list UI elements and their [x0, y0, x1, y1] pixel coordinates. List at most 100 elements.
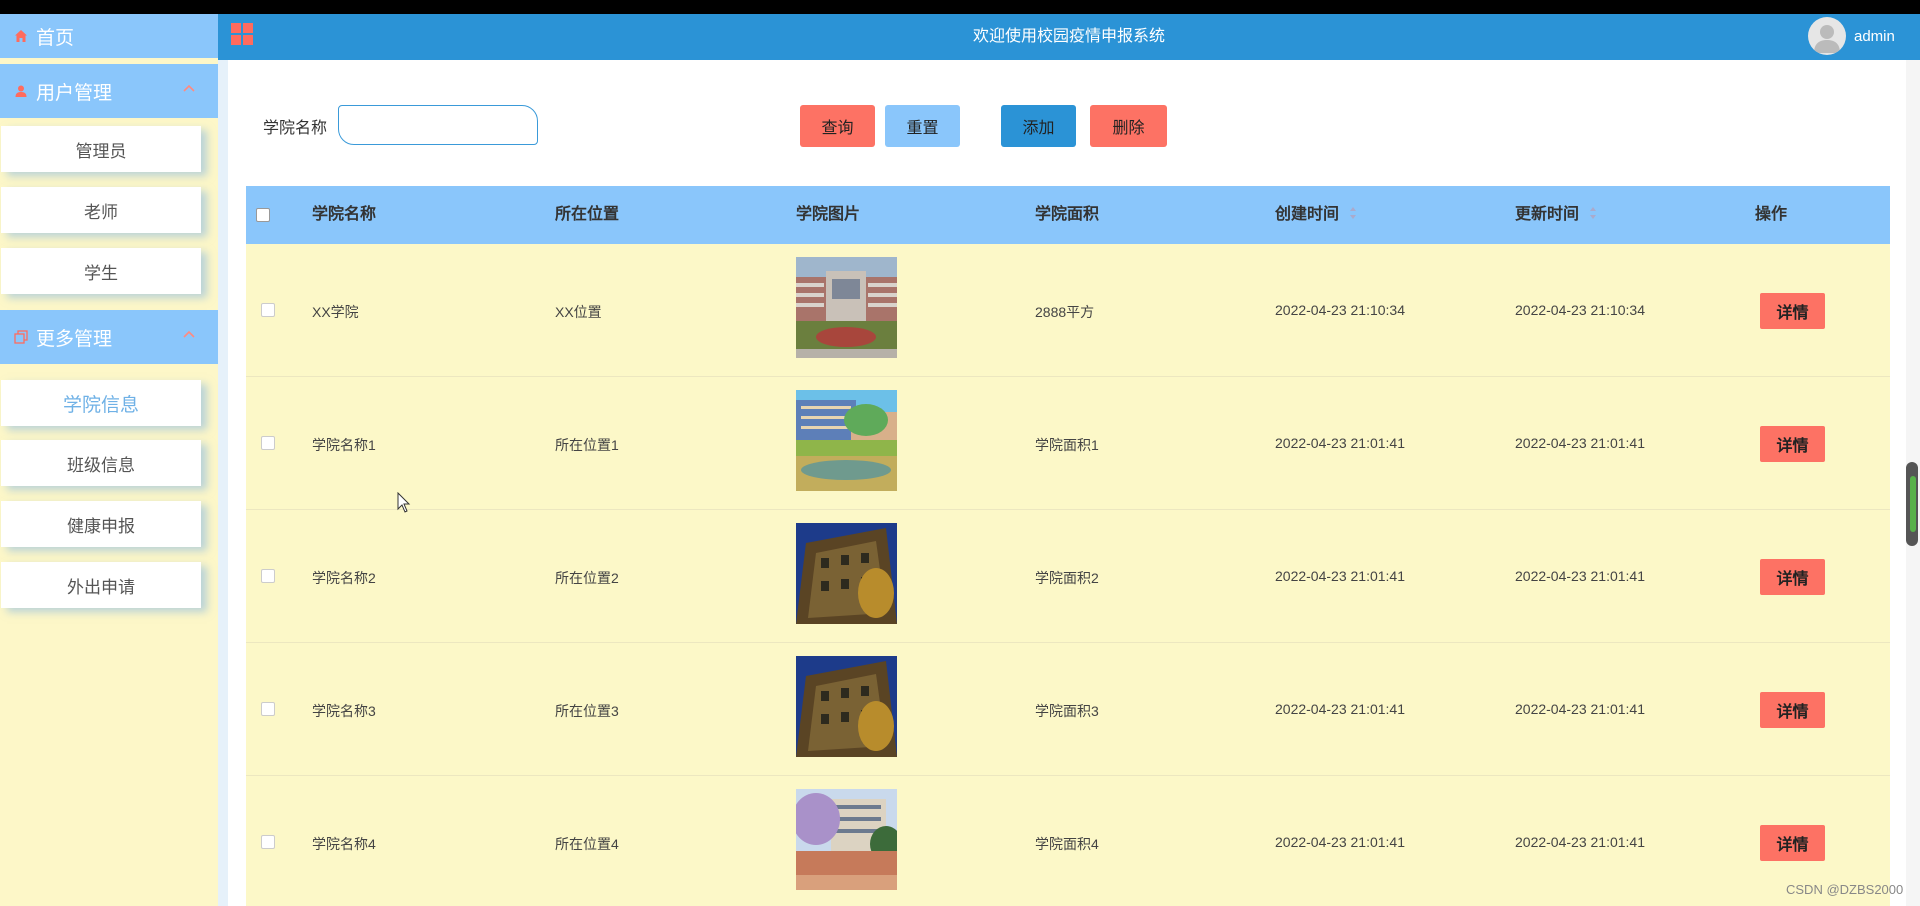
table-row: 学院名称3 所在位置3 学院面积3 2022-04-23 21:01:41 20… — [246, 643, 1890, 776]
sidebar-item-home[interactable]: 首页 — [0, 14, 218, 58]
screen-top-bar — [0, 0, 1920, 14]
cherry-blossom-building-photo — [796, 789, 897, 890]
sidebar-item-health-report[interactable]: 健康申报 — [1, 501, 201, 547]
cell-updated: 2022-04-23 21:01:41 — [1515, 834, 1645, 850]
sort-icon[interactable] — [1589, 206, 1597, 220]
detail-button[interactable]: 详情 — [1760, 692, 1825, 728]
cell-location: 所在位置1 — [555, 437, 619, 453]
sidebar-item-label: 班级信息 — [67, 455, 135, 475]
table-row: XX学院 XX位置 2888平方 2022-04-23 21:10:34 202… — [246, 244, 1890, 377]
column-header-name[interactable]: 学院名称 — [312, 186, 376, 244]
column-header-location[interactable]: 所在位置 — [555, 186, 619, 244]
user-avatar-icon — [1814, 25, 1840, 53]
college-name-input[interactable] — [338, 105, 538, 145]
row-checkbox[interactable] — [261, 303, 275, 317]
cell-area: 学院面积2 — [1035, 570, 1099, 586]
chevron-up-icon — [183, 84, 195, 92]
sidebar: 首页 用户管理 管理员 老师 学生 更多管理 学院信息 班级信息 健康申报 外出… — [0, 14, 218, 906]
cell-name: 学院名称3 — [312, 703, 376, 719]
sidebar-item-home-label: 首页 — [36, 27, 75, 49]
column-header-label: 创建时间 — [1275, 206, 1340, 223]
sidebar-item-college-info[interactable]: 学院信息 — [1, 380, 201, 426]
column-header-actions: 操作 — [1755, 206, 1788, 223]
cell-area: 学院面积4 — [1035, 836, 1099, 852]
sidebar-group-user-management[interactable]: 用户管理 — [0, 64, 218, 118]
cell-created: 2022-04-23 21:01:41 — [1275, 701, 1405, 717]
sidebar-item-admin[interactable]: 管理员 — [1, 126, 201, 172]
ivy-building-photo — [796, 523, 897, 624]
detail-button[interactable]: 详情 — [1760, 559, 1825, 595]
column-header-area[interactable]: 学院面积 — [1035, 186, 1099, 244]
cell-name: 学院名称2 — [312, 570, 376, 586]
detail-button[interactable]: 详情 — [1760, 426, 1825, 462]
row-checkbox[interactable] — [261, 436, 275, 450]
table-row: 学院名称1 所在位置1 学院面积1 2022-04-23 21:01:41 20… — [246, 377, 1890, 510]
sidebar-item-class-info[interactable]: 班级信息 — [1, 440, 201, 486]
college-image[interactable] — [796, 257, 897, 358]
table-row: 学院名称2 所在位置2 学院面积2 2022-04-23 21:01:41 20… — [246, 510, 1890, 643]
home-icon — [15, 30, 27, 42]
table-row: 学院名称4 所在位置4 学院面积4 2022-04-23 21:01:41 20… — [246, 776, 1890, 906]
cell-area: 2888平方 — [1035, 304, 1095, 320]
campus-building-photo — [796, 257, 897, 358]
sidebar-item-label: 老师 — [84, 202, 118, 222]
cell-area: 学院面积1 — [1035, 437, 1099, 453]
user-icon — [15, 85, 27, 97]
select-all-checkbox[interactable] — [256, 208, 270, 222]
delete-button[interactable]: 删除 — [1090, 105, 1167, 147]
sidebar-item-student[interactable]: 学生 — [1, 248, 201, 294]
filter-label: 学院名称 — [263, 120, 328, 137]
cell-updated: 2022-04-23 21:01:41 — [1515, 701, 1645, 717]
cell-location: 所在位置3 — [555, 703, 619, 719]
scrollbar-grip — [1910, 476, 1916, 532]
mouse-cursor-icon — [397, 492, 411, 513]
cell-created: 2022-04-23 21:01:41 — [1275, 568, 1405, 584]
college-image[interactable] — [796, 390, 897, 491]
top-header: 欢迎使用校园疫情申报系统 admin — [218, 14, 1920, 60]
avatar[interactable] — [1808, 17, 1846, 55]
sidebar-item-label: 外出申请 — [67, 577, 135, 597]
cell-created: 2022-04-23 21:10:34 — [1275, 302, 1405, 318]
cell-name: 学院名称1 — [312, 437, 376, 453]
add-button[interactable]: 添加 — [1001, 105, 1076, 147]
cell-created: 2022-04-23 21:01:41 — [1275, 435, 1405, 451]
column-header-updated[interactable]: 更新时间 — [1515, 186, 1597, 244]
row-checkbox[interactable] — [261, 569, 275, 583]
content-edge — [218, 60, 228, 906]
college-image[interactable] — [796, 789, 897, 890]
page-title: 欢迎使用校园疫情申报系统 — [972, 28, 1165, 45]
column-header-label: 更新时间 — [1515, 206, 1580, 223]
sidebar-item-label: 健康申报 — [67, 516, 135, 536]
sort-icon[interactable] — [1349, 206, 1357, 220]
ivy-building-photo — [796, 656, 897, 757]
cell-location: 所在位置4 — [555, 836, 619, 852]
sidebar-item-leave-request[interactable]: 外出申请 — [1, 562, 201, 608]
row-checkbox[interactable] — [261, 835, 275, 849]
table-header: 学院名称 所在位置 学院图片 学院面积 创建时间 更新时间 操作 — [246, 186, 1890, 244]
cell-location: XX位置 — [555, 304, 602, 320]
sidebar-group-label: 更多管理 — [36, 328, 113, 350]
sidebar-group-more-management[interactable]: 更多管理 — [0, 310, 218, 364]
row-checkbox[interactable] — [261, 702, 275, 716]
watermark: CSDN @DZBS2000 — [1786, 882, 1904, 897]
detail-button[interactable]: 详情 — [1760, 825, 1825, 861]
college-image[interactable] — [796, 523, 897, 624]
cell-updated: 2022-04-23 21:10:34 — [1515, 302, 1645, 318]
sidebar-item-teacher[interactable]: 老师 — [1, 187, 201, 233]
cell-updated: 2022-04-23 21:01:41 — [1515, 568, 1645, 584]
sidebar-item-label: 学生 — [84, 263, 118, 283]
cell-created: 2022-04-23 21:01:41 — [1275, 834, 1405, 850]
cell-area: 学院面积3 — [1035, 703, 1099, 719]
sidebar-item-label: 学院信息 — [62, 394, 139, 416]
detail-button[interactable]: 详情 — [1760, 293, 1825, 329]
reset-button[interactable]: 重置 — [885, 105, 960, 147]
username[interactable]: admin — [1854, 14, 1895, 60]
column-header-created[interactable]: 创建时间 — [1275, 186, 1357, 244]
column-header-image[interactable]: 学院图片 — [796, 186, 860, 244]
sidebar-group-label: 用户管理 — [36, 82, 113, 104]
query-button[interactable]: 查询 — [800, 105, 875, 147]
college-image[interactable] — [796, 656, 897, 757]
chevron-up-icon — [183, 330, 195, 338]
cell-name: XX学院 — [312, 304, 359, 320]
cell-location: 所在位置2 — [555, 570, 619, 586]
